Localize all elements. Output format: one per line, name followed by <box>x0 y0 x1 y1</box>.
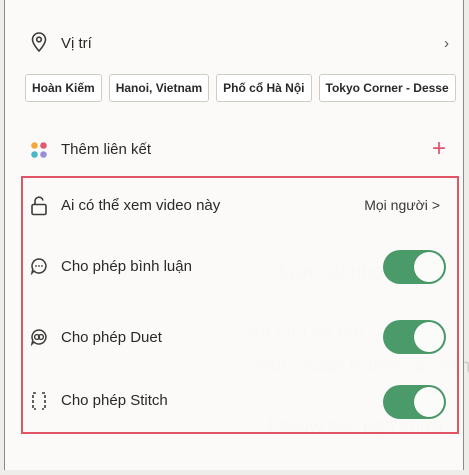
stitch-toggle[interactable] <box>383 385 446 419</box>
add-icon[interactable]: + <box>432 137 446 161</box>
permission-label: Cho phép Duet <box>61 329 162 346</box>
comment-icon <box>29 256 49 276</box>
location-chip[interactable]: Hanoi, Vietnam <box>108 74 210 102</box>
duet-toggle[interactable] <box>383 320 446 354</box>
location-chip[interactable]: Hoàn Kiếm <box>25 74 102 102</box>
privacy-label: Ai có thể xem video này <box>61 197 221 214</box>
location-suggestions: Hoàn Kiếm Hanoi, Vietnam Phố cổ Hà Nội T… <box>25 74 456 102</box>
toggle-knob <box>414 387 444 417</box>
chevron-right-icon: > <box>431 197 440 213</box>
toggle-knob <box>414 322 444 352</box>
location-label: Vị trí <box>61 35 92 52</box>
permission-label: Cho phép bình luận <box>61 258 192 275</box>
location-pin-icon <box>29 32 49 52</box>
duet-icon <box>29 327 49 347</box>
toggle-knob <box>414 252 444 282</box>
post-settings-panel: Vị trí › Hoàn Kiếm Hanoi, Vietnam Phố cổ… <box>4 0 464 470</box>
apps-grid-icon <box>29 140 49 160</box>
stitch-icon <box>29 391 49 411</box>
lock-icon <box>29 196 49 216</box>
location-chip[interactable]: Tokyo Corner - Desse <box>318 74 456 102</box>
location-chip[interactable]: Phố cổ Hà Nội <box>216 74 312 102</box>
chevron-right-icon: › <box>444 35 449 52</box>
permission-label: Cho phép Stitch <box>61 392 168 409</box>
comments-toggle[interactable] <box>383 250 446 284</box>
privacy-value: Mọi người > <box>364 197 440 213</box>
add-link-label: Thêm liên kết <box>61 141 152 158</box>
